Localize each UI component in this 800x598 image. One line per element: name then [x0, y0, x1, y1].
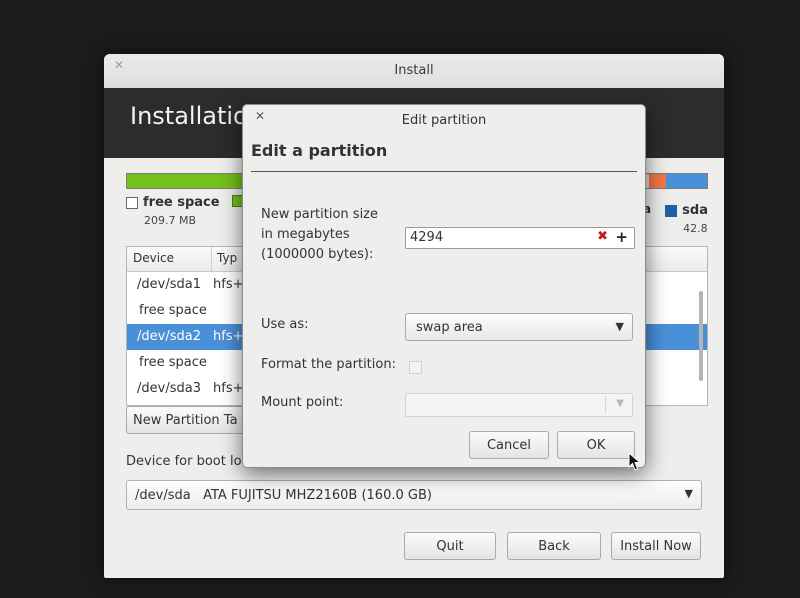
size-label-line: New partition size — [261, 207, 378, 222]
use-as-label: Use as: — [261, 317, 309, 332]
dropdown-arrow-icon: ▼ — [616, 398, 624, 409]
row-device: free space — [139, 355, 207, 370]
row-device: free space — [139, 303, 207, 318]
table-scrollbar[interactable] — [699, 291, 703, 381]
size-label-line: (1000000 bytes): — [261, 247, 374, 262]
row-type: hfs+ — [213, 277, 244, 292]
column-divider — [211, 247, 212, 271]
edit-partition-dialog: ✕ Edit partition Edit a partition New pa… — [242, 104, 646, 468]
window-title: Install — [394, 63, 434, 78]
dialog-heading: Edit a partition — [251, 141, 388, 160]
mount-point-label: Mount point: — [261, 395, 344, 410]
combo-divider — [605, 396, 606, 414]
quit-button[interactable]: Quit — [404, 532, 496, 560]
column-header-type[interactable]: Typ — [217, 251, 237, 265]
legend-size: 42.8 — [683, 222, 708, 235]
row-device: /dev/sda1 — [137, 277, 201, 292]
size-label-line: in megabytes — [261, 227, 350, 242]
mount-point-select[interactable]: ▼ — [405, 393, 633, 417]
legend-label: sda — [682, 203, 708, 218]
dropdown-arrow-icon: ▼ — [684, 487, 693, 500]
row-device: /dev/sda3 — [137, 381, 201, 396]
boot-device-value: /dev/sda ATA FUJITSU MHZ2160B (160.0 GB) — [135, 488, 432, 503]
legend-sda: sda 42.8 — [665, 200, 708, 235]
size-label: New partition size in megabytes (1000000… — [261, 205, 378, 265]
row-type: hfs+ — [213, 381, 244, 396]
format-label: Format the partition: — [261, 357, 396, 372]
use-as-select[interactable]: swap area ▼ — [405, 313, 633, 341]
boot-device-select[interactable]: /dev/sda ATA FUJITSU MHZ2160B (160.0 GB)… — [126, 480, 702, 510]
clear-icon[interactable]: ✖ — [597, 229, 608, 244]
legend-free-space: free space 209.7 MB — [126, 192, 220, 227]
format-checkbox[interactable] — [409, 361, 422, 374]
row-type: hfs+ — [213, 329, 244, 344]
dialog-title: Edit partition — [401, 113, 487, 128]
legend-label: free space — [143, 195, 220, 210]
back-button[interactable]: Back — [507, 532, 601, 560]
plus-icon[interactable]: + — [615, 228, 628, 246]
dialog-titlebar: ✕ Edit partition — [243, 105, 645, 135]
partition-bar-orange-segment — [649, 174, 667, 188]
legend-swatch — [665, 204, 678, 217]
dropdown-arrow-icon: ▼ — [615, 320, 624, 333]
install-titlebar: ✕ Install — [104, 54, 724, 89]
partition-bar-blue-segment — [666, 174, 707, 188]
cancel-button[interactable]: Cancel — [469, 431, 549, 459]
use-as-value: swap area — [416, 320, 483, 335]
mouse-pointer-icon — [628, 452, 642, 471]
dialog-divider — [251, 171, 637, 172]
column-header-device[interactable]: Device — [133, 251, 174, 265]
partition-size-input[interactable]: 4294 ✖ + — [405, 227, 635, 249]
legend-size: 209.7 MB — [144, 214, 197, 227]
boot-loader-label: Device for boot lo — [126, 454, 242, 469]
ok-button[interactable]: OK — [557, 431, 635, 459]
row-device: /dev/sda2 — [137, 329, 201, 344]
partition-size-value: 4294 — [410, 230, 444, 245]
install-now-button[interactable]: Install Now — [611, 532, 701, 560]
legend-swatch — [126, 196, 138, 209]
